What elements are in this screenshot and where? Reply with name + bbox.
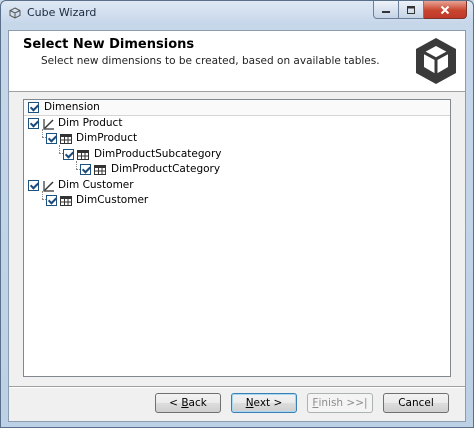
finish-button: Finish >>| <box>307 393 373 413</box>
minimize-button[interactable] <box>373 1 399 19</box>
tree-connector <box>42 191 43 199</box>
back-button[interactable]: < Back <box>155 393 221 413</box>
tree-item-label: DimProductCategory <box>111 163 221 175</box>
title-bar[interactable]: Cube Wizard <box>1 1 473 25</box>
dimension-tree[interactable]: Dimension Dim Product DimProduct DimProd… <box>23 99 451 377</box>
maximize-icon <box>407 5 415 14</box>
next-button-accel: N <box>245 397 254 409</box>
finish-button-rest: inish >>| <box>318 397 368 409</box>
cube-logo-icon <box>416 38 456 84</box>
maximize-button[interactable] <box>399 1 424 19</box>
window-controls <box>373 1 467 19</box>
dimproductcategory-checkbox[interactable] <box>80 164 91 175</box>
tree-header: Dimension <box>24 100 450 116</box>
dim-customer-checkbox[interactable] <box>28 180 39 191</box>
cube-icon <box>9 7 21 19</box>
dimproduct-checkbox[interactable] <box>46 133 57 144</box>
page-title: Select New Dimensions <box>23 37 195 52</box>
back-button-accel: B <box>181 397 189 409</box>
tree-item-label: Dim Product <box>58 117 123 129</box>
tree-connector <box>76 161 77 169</box>
select-all-checkbox[interactable] <box>28 102 39 113</box>
dim-product-checkbox[interactable] <box>28 118 39 129</box>
tree-item-label: Dim Customer <box>58 179 134 191</box>
close-icon <box>440 5 450 14</box>
dimension-icon <box>43 181 54 192</box>
table-icon <box>60 196 72 206</box>
tree-header-label: Dimension <box>44 101 100 113</box>
table-icon <box>60 134 72 144</box>
tree-connector <box>42 129 43 137</box>
minimize-icon <box>382 10 390 13</box>
footer-separator <box>9 386 465 388</box>
page-subtitle: Select new dimensions to be created, bas… <box>41 55 380 67</box>
next-button-rest: ext > <box>253 397 283 409</box>
tree-item-label: DimCustomer <box>76 194 149 206</box>
cancel-button[interactable]: Cancel <box>383 393 449 413</box>
dimcustomer-checkbox[interactable] <box>46 195 57 206</box>
back-button-prefix: < <box>169 397 182 409</box>
dimension-icon <box>43 119 54 130</box>
close-button[interactable] <box>424 1 467 19</box>
tree-item-label: DimProductSubcategory <box>94 148 222 160</box>
dimproductsubcategory-checkbox[interactable] <box>63 149 74 160</box>
next-button[interactable]: Next > <box>231 393 297 413</box>
back-button-rest: ack <box>188 397 207 409</box>
wizard-client-area: Select New Dimensions Select new dimensi… <box>8 30 466 422</box>
tree-item-label: DimProduct <box>76 132 138 144</box>
tree-connector <box>59 145 60 153</box>
table-icon <box>94 165 106 175</box>
window-title: Cube Wizard <box>27 6 97 19</box>
wizard-header: Select New Dimensions Select new dimensi… <box>9 31 465 92</box>
table-icon <box>77 150 89 160</box>
cube-wizard-window: Cube Wizard Select New Dimensions Select… <box>0 0 474 428</box>
